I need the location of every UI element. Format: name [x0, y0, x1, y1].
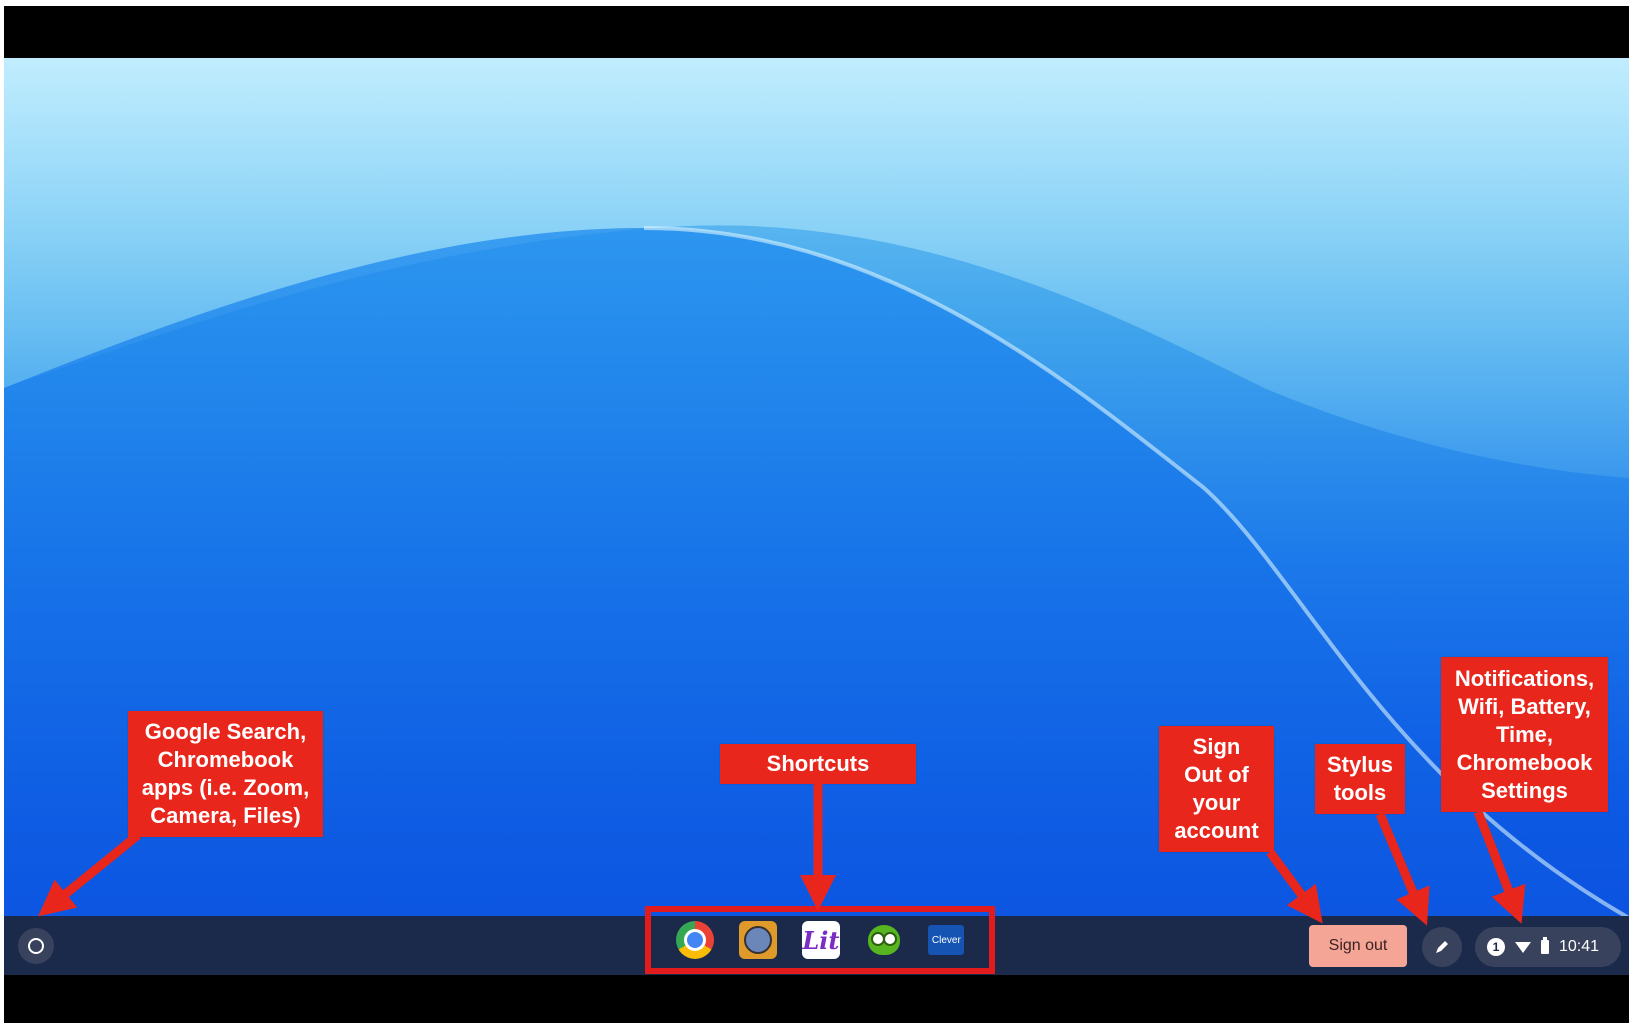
- sign-out-button[interactable]: Sign out: [1309, 925, 1407, 967]
- battery-icon: [1541, 937, 1549, 954]
- clever-app-label: Clever: [931, 934, 961, 946]
- clever-app-icon[interactable]: Clever: [928, 925, 965, 955]
- callout-launcher: Google Search, Chromebook apps (i.e. Zoo…: [128, 711, 323, 837]
- owl-app-icon[interactable]: [738, 921, 777, 959]
- clock-time: 10:41: [1559, 938, 1600, 955]
- shortcuts-highlight-box: Lit Clever: [645, 906, 995, 974]
- letterbox-top: [4, 6, 1629, 58]
- callout-tray-line: Wifi, Battery,: [1458, 693, 1591, 719]
- callout-stylus-line: Stylus: [1326, 752, 1394, 777]
- shelf: Lit Clever Sign out 1 10:41: [4, 906, 1629, 975]
- wifi-icon: [1515, 941, 1531, 953]
- desktop-wallpaper: [4, 58, 1629, 975]
- stylus-pen-icon: [1436, 941, 1448, 953]
- callout-sign-out-line: Out of: [1184, 762, 1249, 787]
- callout-tray-line: Notifications,: [1454, 665, 1595, 691]
- callout-shortcuts-line: Shortcuts: [766, 751, 870, 776]
- lit-app-label: Lit: [802, 925, 840, 955]
- callout-launcher-line: Google Search,: [144, 719, 307, 744]
- letterbox-bottom: [4, 975, 1629, 1023]
- callout-shortcuts: Shortcuts: [720, 744, 916, 784]
- callout-tray-line: Settings: [1481, 777, 1568, 803]
- callout-launcher-line: apps (i.e. Zoom,: [141, 775, 310, 800]
- duolingo-app-icon[interactable]: [865, 921, 903, 959]
- callout-launcher-line: Chromebook: [157, 747, 294, 772]
- callout-sign-out-line: Sign: [1192, 734, 1241, 759]
- callout-stylus: Stylus tools: [1315, 744, 1405, 814]
- launcher-button[interactable]: [18, 928, 54, 964]
- chrome-app-icon[interactable]: [675, 921, 714, 959]
- callout-tray-line: Time,: [1495, 721, 1554, 747]
- callout-sign-out-line: your: [1192, 790, 1241, 815]
- callout-tray: Notifications, Wifi, Battery, Time, Chro…: [1441, 657, 1608, 812]
- callout-stylus-line: tools: [1333, 780, 1387, 805]
- status-tray[interactable]: 1 10:41: [1475, 927, 1621, 967]
- launcher-circle-icon: [28, 938, 44, 954]
- callout-sign-out: Sign Out of your account: [1159, 726, 1274, 852]
- callout-tray-line: Chromebook: [1456, 749, 1593, 775]
- stylus-tools-button[interactable]: [1422, 927, 1462, 967]
- callout-sign-out-line: account: [1174, 818, 1259, 843]
- callout-launcher-line: Camera, Files): [150, 803, 301, 828]
- wallpaper-wave: [4, 58, 1629, 975]
- lit-app-icon[interactable]: Lit: [801, 921, 840, 959]
- notification-count-badge: 1: [1487, 938, 1505, 956]
